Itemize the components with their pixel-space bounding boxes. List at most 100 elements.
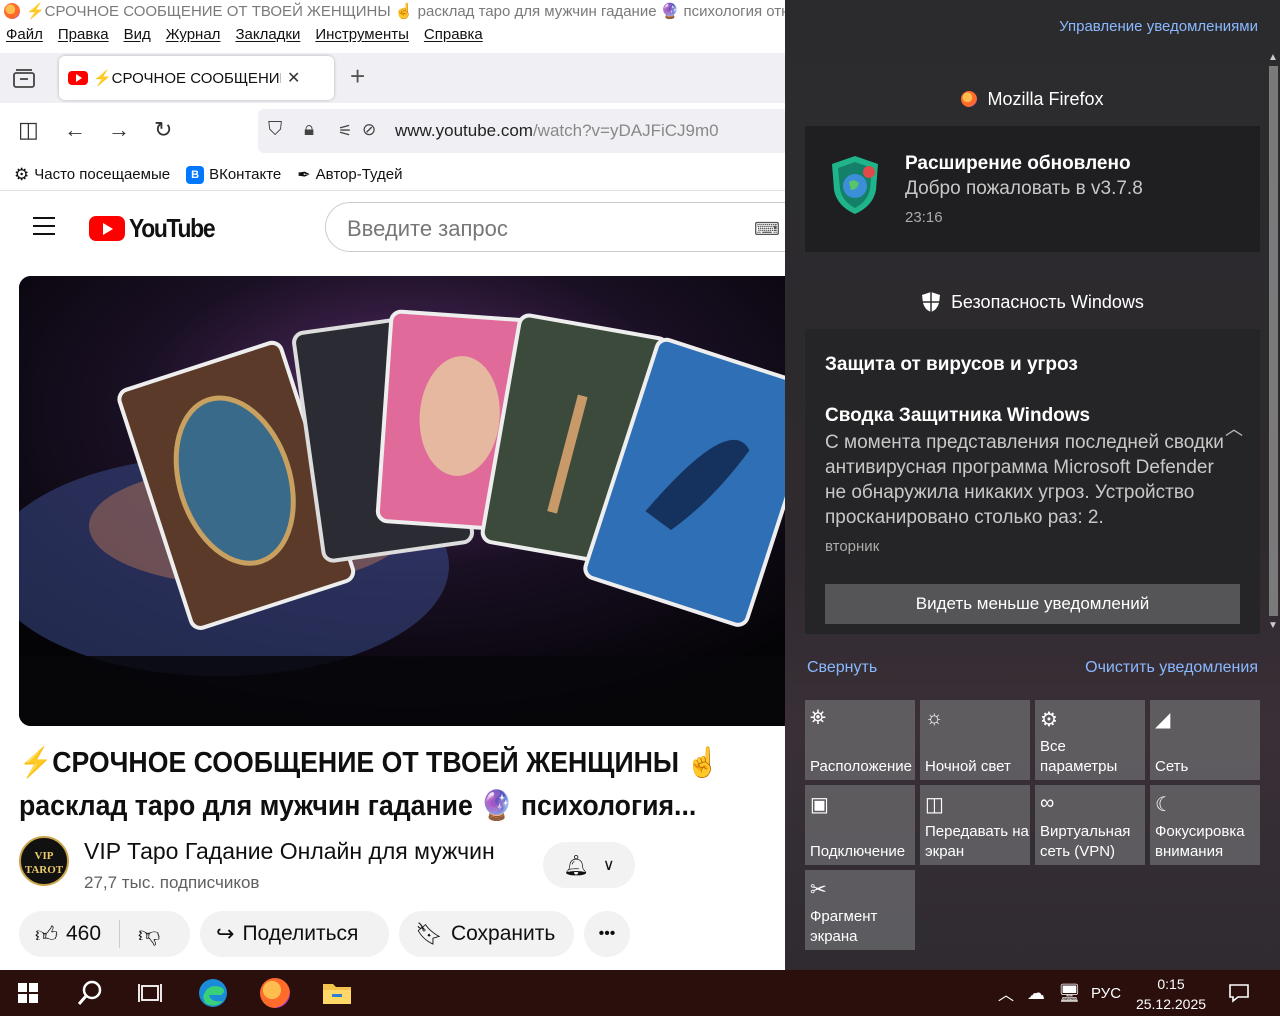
dislike-icon[interactable]: 👎︎ [138, 921, 160, 948]
quick-action-network[interactable]: ◢ Сеть [1150, 700, 1260, 780]
security-day: вторник [825, 538, 880, 555]
menu-bookmarks[interactable]: Закладки [235, 26, 300, 50]
task-view-icon [138, 984, 162, 1002]
forward-icon[interactable]: → [108, 117, 130, 143]
video-player[interactable] [19, 276, 785, 726]
scroll-up-icon[interactable]: ▲ [1268, 52, 1278, 63]
channel-avatar[interactable]: VIP TAROT [19, 836, 69, 886]
menu-edit[interactable]: Правка [58, 26, 109, 50]
security-body: С момента представления последней сводки… [825, 432, 1224, 528]
notification-title: Расширение обновлено [905, 153, 1131, 174]
menu-history[interactable]: Журнал [166, 26, 221, 50]
keyboard-icon[interactable]: ⌨ [754, 219, 780, 240]
youtube-logo[interactable]: YouTube [89, 213, 226, 244]
security-notification[interactable]: Защита от вирусов и угроз Сводка Защитни… [805, 329, 1260, 634]
firefox-window: ⚡СРОЧНОЕ СООБЩЕНИЕ ОТ ТВОЕЙ ЖЕНЩИНЫ ☝ ра… [0, 0, 785, 970]
lock-icon[interactable]: 🔒︎ [304, 119, 314, 141]
save-button[interactable]: 🔖︎ Сохранить [399, 911, 574, 957]
bookmark-author-today[interactable]: ✒ Автор-Тудей [297, 165, 402, 185]
like-count[interactable]: 460 [66, 922, 101, 946]
tracking-shield-icon[interactable]: ⛉ [268, 119, 282, 141]
language-indicator[interactable]: РУС [1091, 970, 1121, 1016]
tab-strip: ⚡СРОЧНОЕ СООБЩЕНИЕ ОТ ТВОЕЙ ЖЕНЩИНЫ ✕ + [0, 53, 785, 103]
security-notification-group-header: Безопасность Windows [805, 277, 1260, 327]
quick-action-vpn[interactable]: ∞ Виртуальная сеть (VPN) [1035, 785, 1145, 865]
pen-icon: ✒ [297, 166, 311, 184]
menu-view[interactable]: Вид [124, 26, 151, 50]
autoplay-blocked-icon[interactable]: ⊘ [362, 120, 376, 140]
clock[interactable]: 0:15 25.12.2025 [1128, 974, 1214, 1014]
firefox-icon [260, 978, 290, 1008]
channel-name[interactable]: VIP Таро Гадание Онлайн для мужчин [84, 838, 495, 865]
youtube-favicon-icon [68, 71, 88, 85]
notifications-scrollbar[interactable]: ▲ ▼ [1266, 50, 1280, 635]
quick-action-all-settings[interactable]: ⚙ Все параметры [1035, 700, 1145, 780]
menu-hamburger-icon[interactable] [33, 217, 55, 235]
permissions-icon[interactable]: ⚟ [338, 121, 352, 141]
firefox-view-icon[interactable] [12, 67, 36, 89]
notifications-bell-button[interactable]: 🔔︎ ∨ [543, 842, 635, 888]
like-icon[interactable]: 👍︎ [35, 921, 58, 948]
url-text: www.youtube.com/watch?v=yDAJFiCJ9m0 [395, 121, 719, 140]
menu-tools[interactable]: Инструменты [315, 26, 409, 50]
taskbar-firefox[interactable] [247, 970, 303, 1016]
network-tray[interactable]: 🖥︎ [1058, 970, 1081, 1016]
vpn-icon: ∞ [1040, 792, 1055, 814]
quick-action-focus-assist[interactable]: ☾ Фокусировка внимания [1150, 785, 1260, 865]
search-input[interactable]: Введите запрос [347, 216, 508, 242]
show-hidden-icons[interactable]: ︿ [998, 970, 1014, 1016]
back-icon[interactable]: ← [64, 117, 86, 143]
sidebar-icon[interactable]: ◫ [18, 117, 39, 143]
share-button[interactable]: ↪ Поделиться [200, 911, 389, 957]
windows-logo-icon [18, 983, 38, 1003]
bookmark-most-visited[interactable]: ⚙ Часто посещаемые [14, 165, 170, 185]
chevron-up-icon[interactable]: ︿ [1225, 415, 1243, 441]
bookmark-icon: 🔖︎ [415, 921, 443, 946]
search-box[interactable]: Введите запрос ⌨ [325, 202, 785, 252]
quick-action-snip[interactable]: ✂ Фрагмент экрана [805, 870, 915, 950]
like-dislike-group: 👍︎ 460 👎︎ [19, 911, 190, 957]
quick-action-location[interactable]: ⛯ Расположение [805, 700, 915, 780]
search-button[interactable] [62, 970, 118, 1016]
window-titlebar[interactable]: ⚡СРОЧНОЕ СООБЩЕНИЕ ОТ ТВОЕЙ ЖЕНЩИНЫ ☝ ра… [0, 0, 785, 22]
share-icon: ↪ [216, 921, 235, 946]
see-fewer-notifications-button[interactable]: Видеть меньше уведомлений [825, 584, 1240, 624]
menu-help[interactable]: Справка [424, 26, 483, 50]
new-tab-button[interactable]: + [350, 61, 365, 92]
youtube-wordmark: YouTube [129, 213, 216, 243]
vk-icon: В [186, 165, 205, 184]
task-view-button[interactable] [122, 970, 178, 1016]
quick-action-night-light[interactable]: ☼ Ночной свет [920, 700, 1030, 780]
manage-notifications-link[interactable]: Управление уведомлениями [1059, 18, 1258, 35]
firefox-icon [4, 3, 20, 19]
action-center-button[interactable] [1228, 970, 1250, 1016]
folder-icon [323, 984, 351, 1004]
tab-close-icon[interactable]: ✕ [287, 68, 300, 88]
firefox-icon [961, 91, 978, 107]
bookmark-vk[interactable]: В ВКонтакте [186, 165, 281, 184]
taskbar-file-explorer[interactable] [309, 970, 365, 1016]
collapse-link[interactable]: Свернуть [807, 659, 877, 677]
quick-action-connect[interactable]: ▣ Подключение [805, 785, 915, 865]
start-button[interactable] [0, 970, 56, 1016]
onedrive-tray[interactable]: ☁ [1027, 970, 1045, 1016]
edge-icon [199, 979, 227, 1007]
clear-notifications-link[interactable]: Очистить уведомления [1085, 659, 1258, 677]
tab-youtube[interactable]: ⚡СРОЧНОЕ СООБЩЕНИЕ ОТ ТВОЕЙ ЖЕНЩИНЫ ✕ [59, 56, 334, 100]
project-icon: ◫ [925, 794, 944, 816]
more-actions-button[interactable]: ••• [584, 911, 630, 957]
network-icon: ◢ [1155, 709, 1171, 731]
firefox-notification-group-header: Mozilla Firefox [805, 74, 1260, 124]
taskbar-edge[interactable] [185, 970, 241, 1016]
youtube-page: YouTube Введите запрос ⌨ ⚡СРОЧНОЕ СООБЩЕ… [0, 192, 785, 970]
url-bar[interactable]: ⛉ 🔒︎ ⚟ ⊘ www.youtube.com/watch?v=yDAJFiC… [258, 109, 785, 153]
menu-file[interactable]: Файл [6, 26, 43, 50]
scroll-down-icon[interactable]: ▼ [1268, 620, 1278, 631]
quick-action-project[interactable]: ◫ Передавать на экран [920, 785, 1030, 865]
reload-icon[interactable]: ↻ [154, 117, 172, 143]
settings-icon: ⚙ [1040, 709, 1058, 731]
scrollbar-thumb[interactable] [1269, 66, 1278, 616]
clock-date: 25.12.2025 [1135, 996, 1207, 1012]
firefox-notification[interactable]: Расширение обновлено Добро пожаловать в … [805, 126, 1260, 252]
youtube-play-logo-icon [89, 216, 125, 241]
